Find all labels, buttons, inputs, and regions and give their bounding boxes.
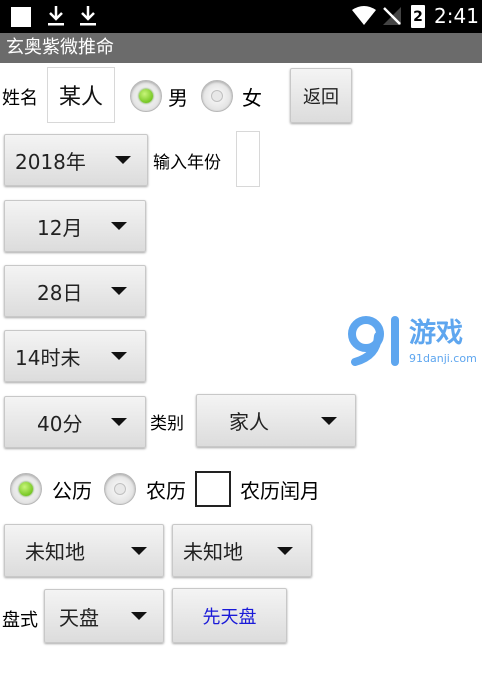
chevron-down-icon — [321, 416, 337, 425]
leap-month-checkbox[interactable] — [195, 471, 231, 507]
notification-square-icon — [11, 7, 31, 27]
minute-spinner[interactable]: 40分 — [4, 396, 146, 448]
watermark-91-icon — [348, 316, 399, 366]
leap-month-label[interactable]: 农历闰月 — [240, 477, 320, 505]
day-spinner[interactable]: 28日 — [4, 265, 146, 317]
name-label: 姓名 — [2, 88, 38, 109]
chevron-down-icon — [131, 612, 147, 620]
location-value-1: 未知地 — [25, 540, 85, 564]
chevron-down-icon — [277, 546, 293, 555]
radio-lunar[interactable] — [104, 473, 136, 505]
female-label[interactable]: 女 — [242, 84, 262, 112]
battery-level-text: 2 — [413, 9, 423, 25]
wifi-icon — [352, 6, 376, 25]
clock-text: 2:41 — [434, 4, 479, 28]
chevron-down-icon — [115, 156, 131, 164]
minute-value: 40分 — [37, 411, 83, 436]
location-spinner-1[interactable]: 未知地 — [4, 524, 164, 577]
xiantian-chart-button[interactable]: 先天盘 — [172, 588, 287, 643]
chevron-down-icon — [131, 546, 147, 555]
lunar-label[interactable]: 农历 — [146, 477, 186, 505]
month-value: 12月 — [37, 215, 83, 240]
chevron-down-icon — [111, 222, 127, 230]
male-label[interactable]: 男 — [168, 84, 188, 112]
watermark-logo: 游戏 91danji.com — [347, 316, 482, 374]
category-value: 家人 — [229, 410, 269, 434]
download-icon — [80, 6, 96, 26]
solar-label[interactable]: 公历 — [52, 477, 92, 505]
chevron-down-icon — [111, 352, 127, 360]
chevron-down-icon — [111, 418, 127, 426]
chart-mode-spinner[interactable]: 天盘 — [44, 589, 164, 643]
category-label: 类别 — [150, 414, 184, 434]
year-value: 2018年 — [15, 149, 86, 174]
status-bar: 2 2:41 — [0, 0, 482, 33]
app-title: 玄奥紫微推命 — [0, 33, 482, 63]
radio-solar[interactable] — [10, 473, 42, 505]
chevron-down-icon — [111, 287, 127, 295]
location-spinner-2[interactable]: 未知地 — [172, 524, 312, 577]
radio-female[interactable] — [201, 80, 233, 112]
download-icon — [48, 6, 64, 26]
category-spinner[interactable]: 家人 — [196, 394, 356, 447]
back-button[interactable]: 返回 — [290, 68, 352, 123]
location-value-2: 未知地 — [183, 540, 243, 564]
month-spinner[interactable]: 12月 — [4, 200, 146, 252]
chart-mode-label: 盘式 — [2, 610, 38, 631]
name-input-value: 某人 — [58, 85, 103, 110]
no-signal-icon — [383, 7, 401, 25]
day-value: 28日 — [37, 280, 83, 305]
hour-spinner[interactable]: 14时未 — [4, 330, 146, 382]
year-input[interactable] — [236, 131, 260, 187]
year-spinner[interactable]: 2018年 — [4, 134, 148, 186]
name-input[interactable]: 某人 — [47, 67, 115, 123]
chart-mode-value: 天盘 — [59, 605, 99, 630]
radio-male[interactable] — [130, 80, 162, 112]
hour-value: 14时未 — [15, 345, 81, 370]
year-input-label: 输入年份 — [153, 153, 221, 173]
watermark-brand: 游戏 — [409, 318, 463, 349]
watermark-url: 91danji.com — [409, 352, 477, 365]
